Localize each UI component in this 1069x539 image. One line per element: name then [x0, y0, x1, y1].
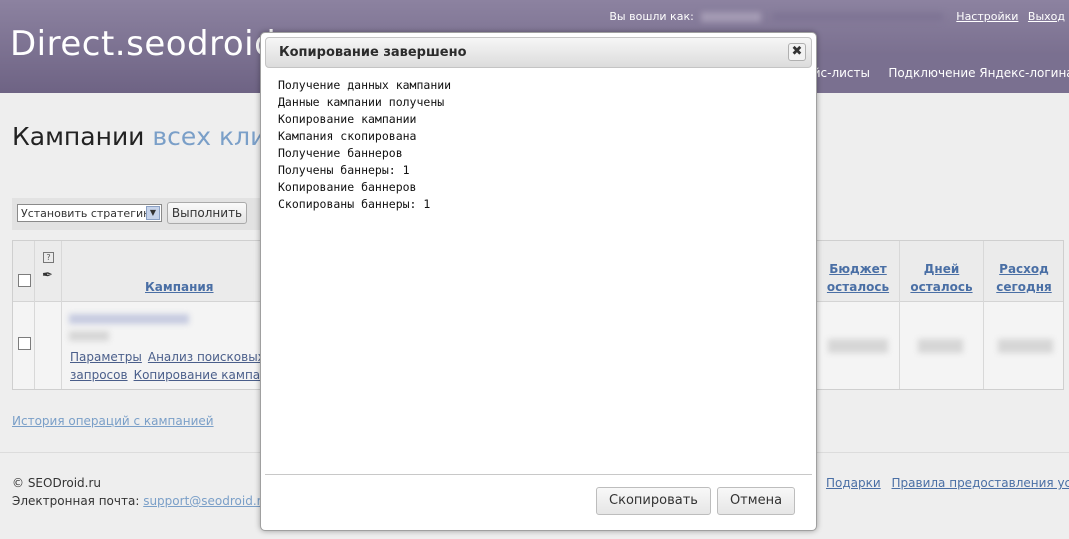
- user-bar: Вы вошли как: Настройки Выход: [609, 10, 1065, 23]
- params-link[interactable]: Параметры: [70, 350, 142, 364]
- spend-value-redacted: [998, 339, 1053, 353]
- row-checkbox[interactable]: [18, 337, 31, 350]
- column-header-budget[interactable]: Бюджет осталось: [817, 260, 899, 296]
- footer-link-terms[interactable]: Правила предоставления услуг: [892, 476, 1069, 490]
- log-line: Получение баннеров: [278, 146, 403, 160]
- copy-complete-dialog: Копирование завершено ✖ Получение данных…: [260, 32, 817, 531]
- copy-log: Получение данных кампании Данные кампани…: [278, 77, 451, 213]
- campaign-id-redacted: [69, 331, 109, 341]
- email-line: Электронная почта: support@seodroid.ru: [12, 494, 269, 508]
- page-title: Кампании всех клиен: [12, 122, 298, 151]
- help-icon[interactable]: ?: [43, 252, 54, 263]
- tab-yandex-login[interactable]: Подключение Яндекс-логина: [878, 53, 1069, 93]
- log-line: Скопированы баннеры: 1: [278, 197, 431, 211]
- email-link[interactable]: support@seodroid.ru: [143, 494, 269, 508]
- footer-link-gifts[interactable]: Подарки: [826, 476, 881, 490]
- dialog-title: Копирование завершено: [279, 45, 467, 60]
- strategy-select-value: Установить стратегию: [21, 207, 153, 220]
- column-header-budget-line1: Бюджет: [829, 262, 887, 276]
- flag-icon: ✒: [42, 268, 53, 283]
- dialog-titlebar[interactable]: Копирование завершено ✖: [265, 37, 812, 68]
- column-header-days[interactable]: Дней осталось: [900, 260, 983, 296]
- footer-links: Подарки Правила предоставления услуг: [819, 476, 1069, 490]
- username-redacted: [701, 12, 762, 22]
- cancel-button[interactable]: Отмена: [717, 487, 795, 515]
- logged-in-label: Вы вошли как:: [609, 10, 694, 23]
- column-header-campaign[interactable]: Кампания: [145, 278, 214, 296]
- campaign-name-redacted[interactable]: [69, 314, 189, 324]
- page-title-main: Кампании: [12, 122, 145, 151]
- settings-link[interactable]: Настройки: [956, 10, 1018, 23]
- site-logo[interactable]: Direct.seodroid.: [10, 24, 288, 64]
- dialog-divider: [265, 474, 812, 475]
- log-line: Получены баннеры: 1: [278, 163, 410, 177]
- account-info-redacted: [772, 13, 943, 21]
- search-analysis-link-cont[interactable]: запросов: [70, 368, 128, 382]
- log-line: Копирование баннеров: [278, 180, 417, 194]
- days-value-redacted: [918, 339, 963, 353]
- column-divider: [61, 241, 62, 389]
- chevron-down-icon[interactable]: ▼: [146, 206, 160, 220]
- column-header-spend-line1: Расход: [999, 262, 1049, 276]
- log-line: Данные кампании получены: [278, 95, 445, 109]
- campaign-row-links: Параметры Анализ поисковых запросов Копиро…: [70, 348, 282, 384]
- copy-campaign-link[interactable]: Копирование кампани: [134, 368, 276, 382]
- column-header-days-line2: осталось: [910, 280, 973, 294]
- column-header-spend-line2: сегодня: [996, 280, 1052, 294]
- column-header-spend[interactable]: Расход сегодня: [984, 260, 1064, 296]
- strategy-select[interactable]: Установить стратегию ▼: [17, 204, 162, 222]
- history-link[interactable]: История операций с кампанией: [12, 414, 214, 428]
- logout-link[interactable]: Выход: [1028, 10, 1065, 23]
- run-button[interactable]: Выполнить: [167, 202, 247, 224]
- column-header-budget-line2: осталось: [826, 280, 890, 294]
- copy-button[interactable]: Скопировать: [596, 487, 711, 515]
- column-header-days-line1: Дней: [923, 262, 960, 276]
- column-divider: [34, 241, 35, 389]
- copyright: © SEODroid.ru: [12, 476, 102, 490]
- log-line: Кампания скопирована: [278, 129, 417, 143]
- bulk-actions-toolbar: Установить стратегию ▼ Выполнить: [12, 198, 262, 230]
- log-line: Получение данных кампании: [278, 78, 452, 92]
- search-analysis-link[interactable]: Анализ поисковых: [148, 350, 265, 364]
- close-icon[interactable]: ✖: [788, 43, 806, 61]
- log-line: Копирование кампании: [278, 112, 417, 126]
- budget-value-redacted: [828, 339, 888, 353]
- select-all-checkbox[interactable]: [18, 274, 31, 287]
- email-label: Электронная почта:: [12, 494, 140, 508]
